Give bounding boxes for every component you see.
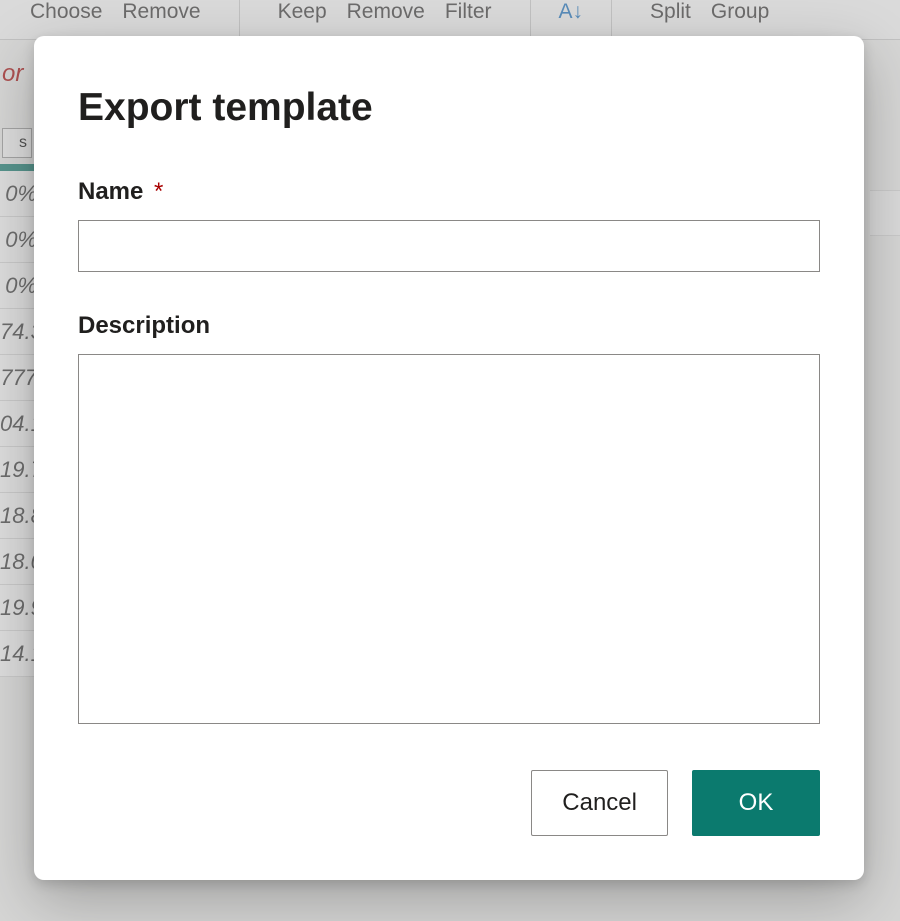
- name-input[interactable]: [78, 220, 820, 272]
- required-marker: *: [154, 178, 163, 205]
- description-label: Description: [78, 312, 820, 340]
- description-field-block: Description: [78, 312, 820, 729]
- name-label-text: Name: [78, 178, 143, 205]
- name-label: Name *: [78, 178, 820, 206]
- export-template-dialog: Export template Name * Description Cance…: [34, 36, 864, 880]
- cancel-button[interactable]: Cancel: [531, 770, 668, 836]
- name-field-block: Name *: [78, 178, 820, 272]
- ok-button[interactable]: OK: [692, 770, 820, 836]
- dialog-title: Export template: [78, 86, 820, 130]
- dialog-button-row: Cancel OK: [78, 770, 820, 836]
- description-textarea[interactable]: [78, 354, 820, 724]
